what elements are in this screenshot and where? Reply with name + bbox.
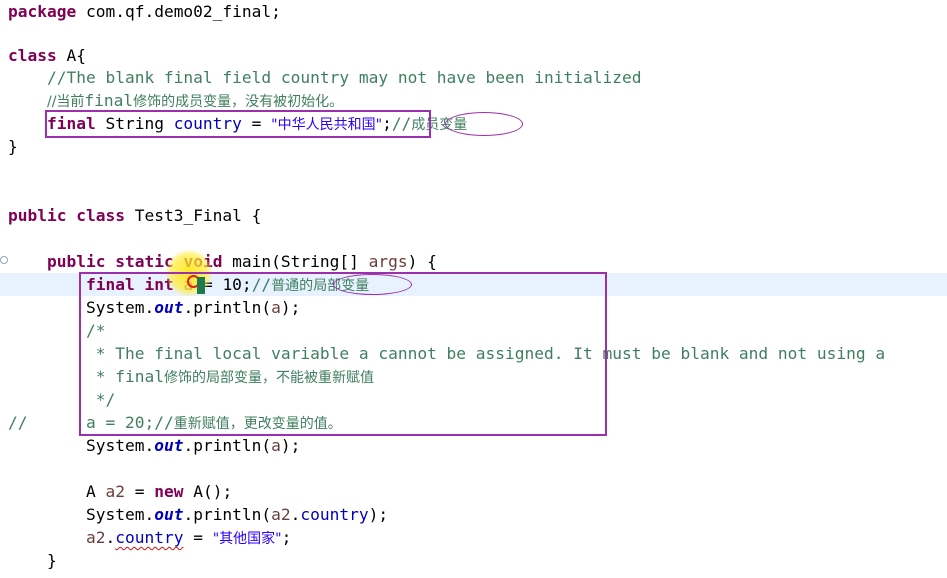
code-line-20: } — [46, 551, 57, 570]
code-editor[interactable]: package com.qf.demo02_final; class A{ //… — [0, 0, 947, 578]
static-field-out: out — [154, 436, 184, 455]
keyword-class: class — [76, 206, 125, 225]
code-line-18: System.out.println(a2.country); — [85, 505, 389, 524]
comment-error-message: //The blank final field country may not … — [46, 68, 642, 87]
keyword-package: package — [8, 2, 77, 21]
keyword-public: public — [46, 252, 106, 271]
code-line-16: System.out.println(a); — [85, 436, 301, 455]
class-declaration: Test3_Final { — [124, 206, 262, 225]
annotation-box-final-local — [79, 272, 607, 436]
comment-final-word: final — [84, 91, 134, 110]
code-line-2: class A{ — [8, 44, 86, 67]
annotation-oval-member-variable — [445, 112, 523, 136]
class-declaration: A{ — [56, 46, 86, 65]
package-name: com.qf.demo02_final; — [76, 2, 281, 21]
comment-cjk: //当前 — [46, 94, 85, 110]
string-literal: "其他国家" — [212, 531, 282, 547]
method-signature: main(String[] — [222, 252, 369, 271]
keyword-class: class — [8, 46, 57, 65]
code-line-7: public class Test3_Final { — [8, 204, 261, 227]
annotation-box-final-field — [45, 110, 431, 138]
param-args: args — [368, 252, 408, 271]
code-line-17: A a2 = new A(); — [85, 482, 233, 501]
comment-cjk: 修饰的成员变量，没有被初始化。 — [133, 94, 344, 110]
code-line-4: //当前final修饰的成员变量，没有被初始化。 — [8, 89, 343, 112]
code-line-6: } — [8, 137, 18, 156]
keyword-public: public — [8, 206, 67, 225]
fold-collapse-icon[interactable] — [0, 256, 8, 264]
static-field-out: out — [154, 505, 184, 524]
error-field-assignment[interactable]: country — [115, 528, 183, 547]
local-variable-a2: a2 — [105, 482, 125, 501]
keyword-new: new — [154, 482, 184, 501]
annotation-oval-local-variable — [333, 274, 412, 295]
keyword-static: static — [115, 252, 174, 271]
code-line-3: //The blank final field country may not … — [8, 66, 642, 89]
code-line-19: a2.country = "其他国家"; — [85, 528, 292, 547]
code-line-1: package com.qf.demo02_final; — [8, 0, 281, 23]
code-line-8: public static void main(String[] args) { — [46, 252, 437, 271]
